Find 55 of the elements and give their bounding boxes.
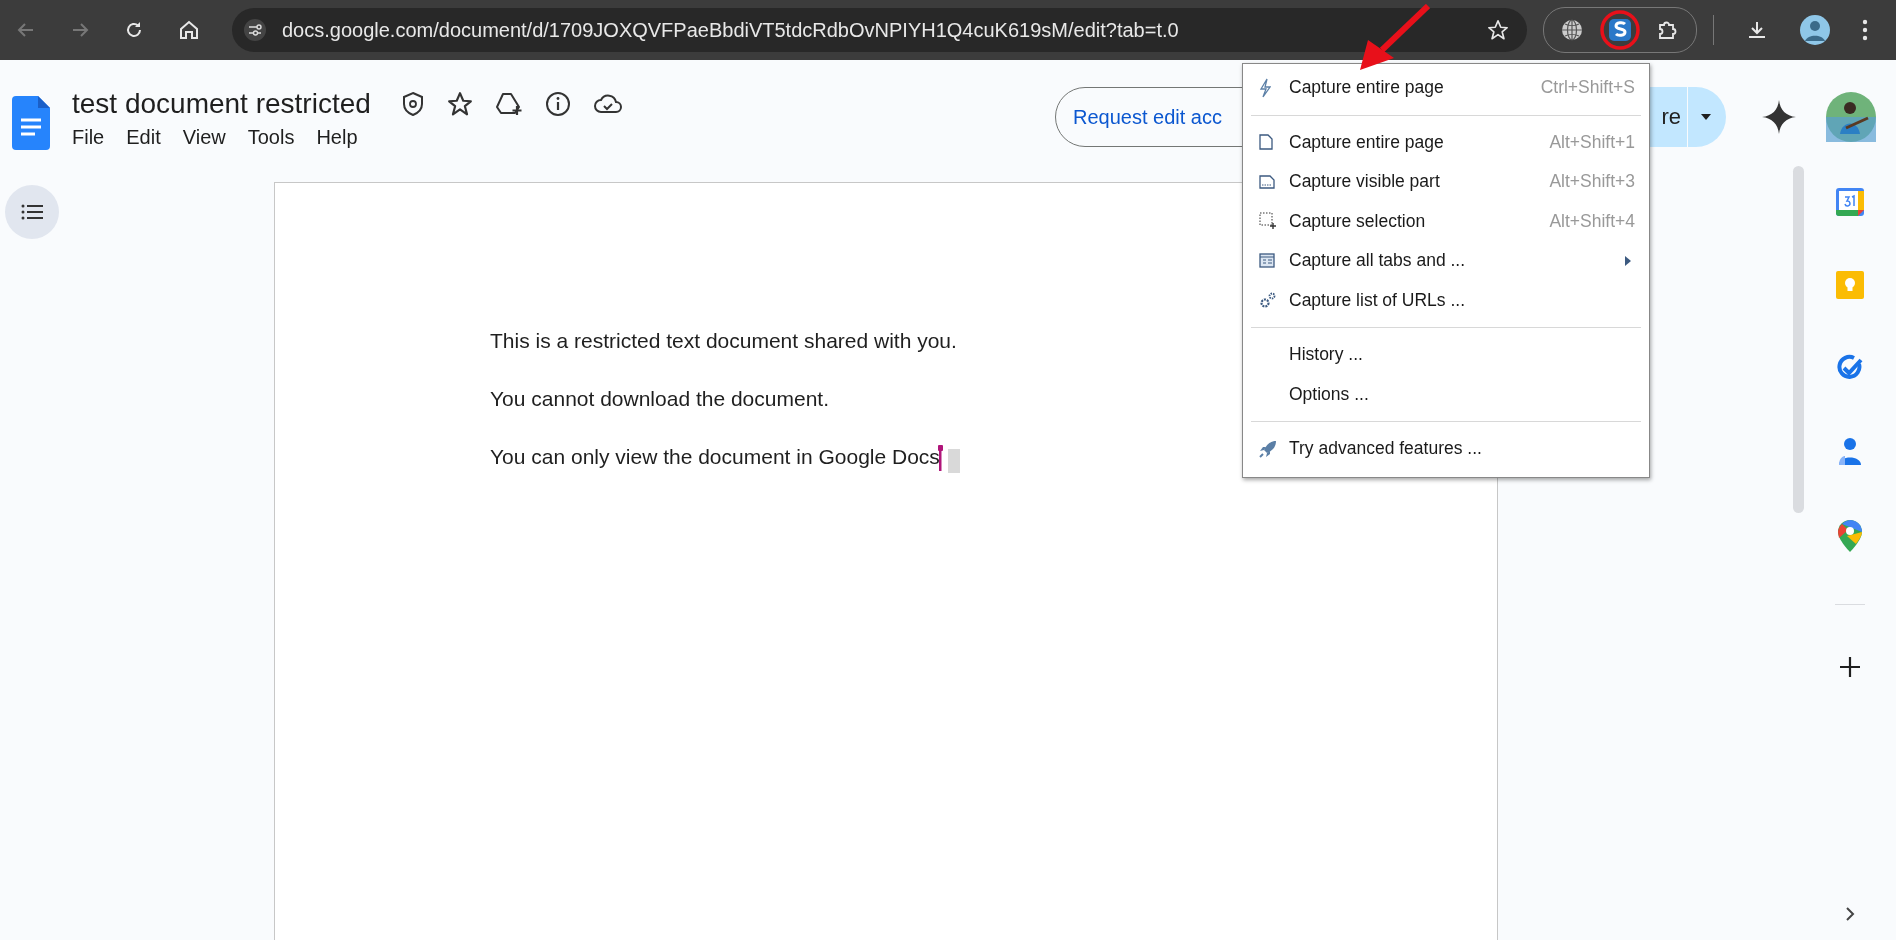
page-icon: [1259, 174, 1275, 189]
sparkle-icon[interactable]: [1762, 100, 1796, 134]
arrow-annotation: [1358, 4, 1430, 72]
menu-option[interactable]: Capture visible part Alt+Shift+3: [1243, 162, 1649, 202]
selection-icon: [1259, 212, 1277, 231]
menu-item[interactable]: Help: [316, 126, 358, 149]
download-icon[interactable]: [1746, 19, 1768, 41]
more-menu-icon[interactable]: [1862, 19, 1868, 41]
document-title[interactable]: test document restricted: [72, 88, 371, 120]
star-icon[interactable]: [446, 91, 473, 117]
checkmark-circle-icon[interactable]: [1836, 354, 1864, 382]
menu-option[interactable]: History ...: [1243, 335, 1649, 375]
paragraph: This is a restricted text document shared with you.: [490, 329, 957, 353]
collaborator-cursor-icon: [937, 445, 960, 473]
paragraph: You cannot download the document.: [490, 387, 829, 411]
menu-item[interactable]: Tools: [247, 126, 295, 149]
cloud-check-icon[interactable]: [592, 92, 623, 116]
globe-icon[interactable]: [1560, 18, 1584, 42]
window-icon: [1259, 253, 1275, 269]
menu-option[interactable]: Options ...: [1243, 374, 1649, 414]
list-icon: [21, 204, 43, 220]
page-icon: [1259, 134, 1273, 151]
add-icon[interactable]: [1839, 656, 1861, 678]
scrollbar[interactable]: [1793, 166, 1804, 513]
user-avatar[interactable]: [1826, 92, 1876, 142]
address-bar[interactable]: docs.google.com/document/d/1709JOXQVFPaeBbdiVT5tdcRdbOvNPIYH1Q4cuK619sM/edit?tab=t.0: [232, 8, 1527, 52]
drive-add-icon[interactable]: [494, 91, 523, 117]
reload-icon[interactable]: [124, 20, 144, 40]
info-icon[interactable]: [544, 91, 571, 117]
docs-logo-icon[interactable]: [12, 96, 50, 150]
person-icon[interactable]: [1837, 437, 1863, 465]
gears-icon: [1259, 292, 1277, 309]
profile-avatar[interactable]: [1800, 15, 1830, 45]
rocket-icon: [1259, 439, 1277, 458]
bookmark-star-icon[interactable]: [1487, 19, 1509, 41]
menu-item[interactable]: View: [182, 126, 226, 149]
site-settings-icon[interactable]: [244, 19, 266, 41]
menu-item[interactable]: File: [72, 126, 105, 149]
paragraph: You can only view the document in Google Docs: [490, 445, 940, 469]
menu-option[interactable]: Try advanced features ...: [1243, 429, 1649, 469]
url-text: docs.google.com/document/d/1709JOXQVFPaeBbdiVT5tdcRdbOvNPIYH1Q4cuK619sM/edit?tab=t.0: [282, 18, 1180, 42]
lightning-icon: [1259, 77, 1271, 98]
menu-option[interactable]: Capture list of URLs ...: [1243, 280, 1649, 320]
outline-button[interactable]: [5, 185, 59, 239]
caret-icon[interactable]: [1700, 113, 1712, 121]
chevron-right-icon[interactable]: [1845, 906, 1855, 922]
menu-option[interactable]: Capture all tabs and ...: [1243, 241, 1649, 281]
extension-s-icon[interactable]: [1600, 10, 1640, 50]
share-button-label: re: [1661, 104, 1681, 130]
shield-icon[interactable]: [400, 91, 425, 117]
home-icon[interactable]: [178, 19, 200, 41]
map-pin-icon[interactable]: [1838, 520, 1862, 552]
menu-option[interactable]: Capture selection Alt+Shift+4: [1243, 201, 1649, 241]
menu-item[interactable]: Edit: [126, 126, 161, 149]
calendar-icon[interactable]: [1836, 188, 1864, 216]
